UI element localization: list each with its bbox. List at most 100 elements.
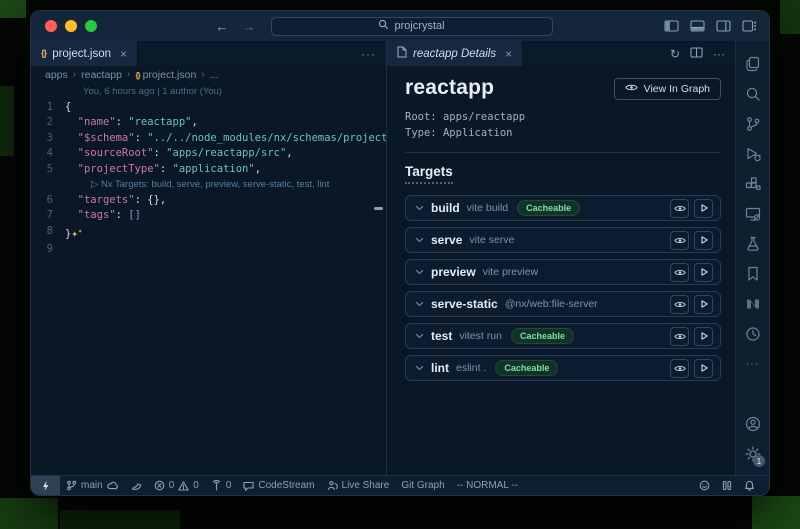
target-row-test[interactable]: testvitest runCacheable bbox=[405, 323, 721, 349]
customize-layout-icon[interactable] bbox=[742, 20, 757, 32]
chevron-down-icon[interactable] bbox=[415, 299, 424, 309]
root-label: Root: bbox=[405, 111, 437, 123]
run-target-button[interactable] bbox=[694, 327, 713, 346]
token-key: "projectType" bbox=[78, 163, 160, 175]
tab-reactapp-details[interactable]: reactapp Details × bbox=[387, 41, 523, 66]
status-problems[interactable]: 00 bbox=[148, 476, 205, 495]
status-codestream[interactable]: CodeStream bbox=[237, 476, 320, 495]
vscode-window: ← → projcrystal bbox=[30, 10, 770, 496]
breadcrumb-item-apps[interactable]: apps bbox=[45, 69, 68, 81]
status-vim-mode[interactable]: -- NORMAL -- bbox=[451, 476, 524, 495]
view-target-button[interactable] bbox=[670, 359, 689, 378]
line-number: 8 bbox=[31, 224, 65, 243]
target-row-lint[interactable]: linteslint .Cacheable bbox=[405, 355, 721, 381]
activity-testing-icon[interactable] bbox=[736, 229, 769, 259]
more-actions-icon[interactable]: ··· bbox=[713, 47, 725, 61]
target-actions bbox=[670, 263, 713, 282]
status-branch[interactable]: main bbox=[60, 476, 125, 495]
nx-targets-codelens[interactable]: ▷ Nx Targets: build, serve, preview, ser… bbox=[31, 177, 386, 193]
run-target-button[interactable] bbox=[694, 231, 713, 250]
target-actions bbox=[670, 295, 713, 314]
activity-explorer-icon[interactable] bbox=[736, 49, 769, 79]
status-bird-ext[interactable] bbox=[125, 476, 148, 495]
activity-source-control-icon[interactable] bbox=[736, 109, 769, 139]
view-target-button[interactable] bbox=[670, 327, 689, 346]
target-row-preview[interactable]: previewvite preview bbox=[405, 259, 721, 285]
view-in-graph-button[interactable]: View In Graph bbox=[614, 78, 721, 100]
status-notifications[interactable] bbox=[738, 476, 761, 495]
status-live-share[interactable]: Live Share bbox=[321, 476, 396, 495]
view-target-button[interactable] bbox=[670, 231, 689, 250]
status-remote[interactable] bbox=[31, 476, 60, 495]
branch-icon bbox=[66, 480, 77, 491]
type-value: Application bbox=[443, 127, 513, 139]
token-pun: : bbox=[160, 163, 173, 175]
target-row-serve-static[interactable]: serve-static@nx/web:file-server bbox=[405, 291, 721, 317]
liveshare-icon bbox=[327, 480, 338, 491]
activity-run-debug-icon[interactable] bbox=[736, 139, 769, 169]
scrollbar-decoration bbox=[374, 207, 383, 210]
refresh-icon[interactable]: ↻ bbox=[670, 47, 680, 61]
divider bbox=[405, 152, 721, 153]
view-target-button[interactable] bbox=[670, 295, 689, 314]
target-row-serve[interactable]: servevite serve bbox=[405, 227, 721, 253]
command-center-search[interactable]: projcrystal bbox=[271, 17, 553, 36]
status-formatter[interactable] bbox=[716, 476, 738, 495]
chevron-down-icon[interactable] bbox=[415, 363, 424, 373]
zoom-window-button[interactable] bbox=[85, 20, 97, 32]
chevron-down-icon[interactable] bbox=[415, 331, 424, 341]
chevron-down-icon[interactable] bbox=[415, 203, 424, 213]
history-back-button[interactable]: ← bbox=[216, 19, 229, 34]
toggle-panel-icon[interactable] bbox=[690, 20, 705, 32]
wallpaper-patch bbox=[60, 510, 180, 529]
breadcrumb-separator: › bbox=[201, 69, 204, 80]
line-number: 5 bbox=[31, 162, 65, 178]
editor-group-right: reactapp Details × ↻ ··· reactapp bbox=[386, 41, 735, 475]
code-line: 4 "sourceRoot": "apps/reactapp/src", bbox=[31, 146, 386, 162]
chevron-down-icon[interactable] bbox=[415, 267, 424, 277]
activity-history-icon[interactable] bbox=[736, 319, 769, 349]
view-target-button[interactable] bbox=[670, 263, 689, 282]
breadcrumb-item--[interactable]: ... bbox=[210, 69, 219, 81]
breadcrumb-item-project-json[interactable]: { } project.json bbox=[135, 69, 196, 81]
view-target-button[interactable] bbox=[670, 199, 689, 218]
activity-account-icon[interactable] bbox=[736, 409, 769, 439]
status-git-graph[interactable]: Git Graph bbox=[395, 476, 450, 495]
tab-label: reactapp Details bbox=[413, 48, 496, 60]
activity-bookmarks-icon[interactable] bbox=[736, 259, 769, 289]
chevron-down-icon[interactable] bbox=[415, 235, 424, 245]
activity-settings-icon[interactable]: 1 bbox=[736, 439, 769, 469]
status-ports[interactable]: 0 bbox=[205, 476, 238, 495]
split-editor-icon[interactable] bbox=[690, 47, 703, 61]
run-target-button[interactable] bbox=[694, 295, 713, 314]
titlebar: ← → projcrystal bbox=[31, 11, 769, 41]
close-tab-icon[interactable]: × bbox=[120, 47, 127, 61]
target-command: @nx/web:file-server bbox=[505, 298, 598, 310]
run-target-button[interactable] bbox=[694, 199, 713, 218]
json-file-icon: { } bbox=[135, 70, 139, 80]
minimize-window-button[interactable] bbox=[65, 20, 77, 32]
status-feedback[interactable] bbox=[693, 476, 716, 495]
activity-extensions-icon[interactable] bbox=[736, 169, 769, 199]
run-target-button[interactable] bbox=[694, 359, 713, 378]
activity-nx-console-icon[interactable] bbox=[736, 289, 769, 319]
activity-remote-explorer-icon[interactable] bbox=[736, 199, 769, 229]
activity-search-icon[interactable] bbox=[736, 79, 769, 109]
toggle-left-sidebar-icon[interactable] bbox=[664, 20, 679, 32]
close-window-button[interactable] bbox=[45, 20, 57, 32]
activity-more-icon[interactable]: ··· bbox=[736, 349, 769, 379]
token-pun: : bbox=[116, 116, 129, 128]
tab-project-json[interactable]: { } project.json × bbox=[31, 41, 138, 66]
code-editor[interactable]: You, 6 hours ago | 1 author (You)1{2 "na… bbox=[31, 83, 386, 475]
history-forward-button[interactable]: → bbox=[243, 19, 256, 34]
breadcrumb-item-reactapp[interactable]: reactapp bbox=[81, 69, 122, 81]
token-sparkle2: ✦ bbox=[78, 227, 82, 235]
tab-overflow-button[interactable]: ··· bbox=[351, 47, 386, 61]
target-row-build[interactable]: buildvite buildCacheable bbox=[405, 195, 721, 221]
error-icon bbox=[154, 480, 165, 491]
run-target-button[interactable] bbox=[694, 263, 713, 282]
token-pun bbox=[65, 194, 78, 206]
type-label: Type: bbox=[405, 127, 437, 139]
close-tab-icon[interactable]: × bbox=[505, 47, 512, 61]
toggle-right-sidebar-icon[interactable] bbox=[716, 20, 731, 32]
